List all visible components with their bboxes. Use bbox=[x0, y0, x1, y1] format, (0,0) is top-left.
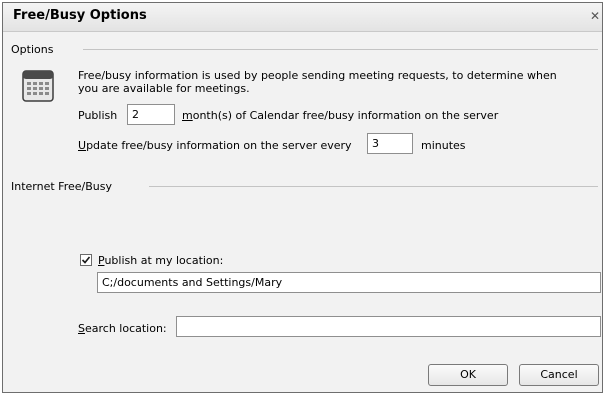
title-bar: Free/Busy Options ✕ bbox=[3, 3, 602, 32]
update-interval-label: Update free/busy information on the serv… bbox=[78, 139, 352, 152]
publish-label: Publish bbox=[78, 109, 118, 122]
calendar-icon bbox=[22, 70, 54, 102]
publish-months-label: month(s) of Calendar free/busy informati… bbox=[182, 109, 498, 122]
search-location-label-rest: earch location: bbox=[84, 322, 167, 335]
cancel-button[interactable]: Cancel bbox=[519, 364, 599, 386]
publish-location-field[interactable] bbox=[97, 272, 601, 293]
search-location-accel: S bbox=[78, 322, 85, 335]
publish-at-location-checkbox[interactable] bbox=[80, 254, 92, 266]
options-group-label: Options bbox=[11, 43, 54, 56]
options-group-divider bbox=[83, 49, 598, 50]
free-busy-options-dialog: Free/Busy Options ✕ Options Free/busy in… bbox=[2, 2, 603, 393]
internet-free-busy-group-label: Internet Free/Busy bbox=[11, 180, 112, 193]
search-location-label: Search location: bbox=[78, 322, 167, 335]
update-interval-label-rest: pdate free/busy information on the serve… bbox=[86, 139, 352, 152]
update-interval-accel: U bbox=[78, 139, 87, 152]
publish-months-label-rest: onth(s) of Calendar free/busy informatio… bbox=[192, 109, 499, 122]
checkmark-icon bbox=[81, 256, 91, 264]
minutes-label: minutes bbox=[421, 139, 466, 152]
search-location-field[interactable] bbox=[176, 316, 601, 337]
publish-at-location-label: Publish at my location: bbox=[98, 254, 223, 267]
ok-button[interactable]: OK bbox=[428, 364, 508, 386]
close-icon[interactable]: ✕ bbox=[590, 8, 602, 24]
free-busy-description: Free/busy information is used by people … bbox=[78, 69, 557, 95]
dialog-title: Free/Busy Options bbox=[13, 8, 147, 23]
publish-at-location-label-rest: ublish at my location: bbox=[104, 254, 224, 267]
publish-months-accel: m bbox=[182, 109, 193, 122]
update-minutes-field[interactable] bbox=[367, 133, 413, 154]
internet-group-divider bbox=[149, 186, 598, 187]
publish-months-field[interactable] bbox=[127, 104, 175, 125]
